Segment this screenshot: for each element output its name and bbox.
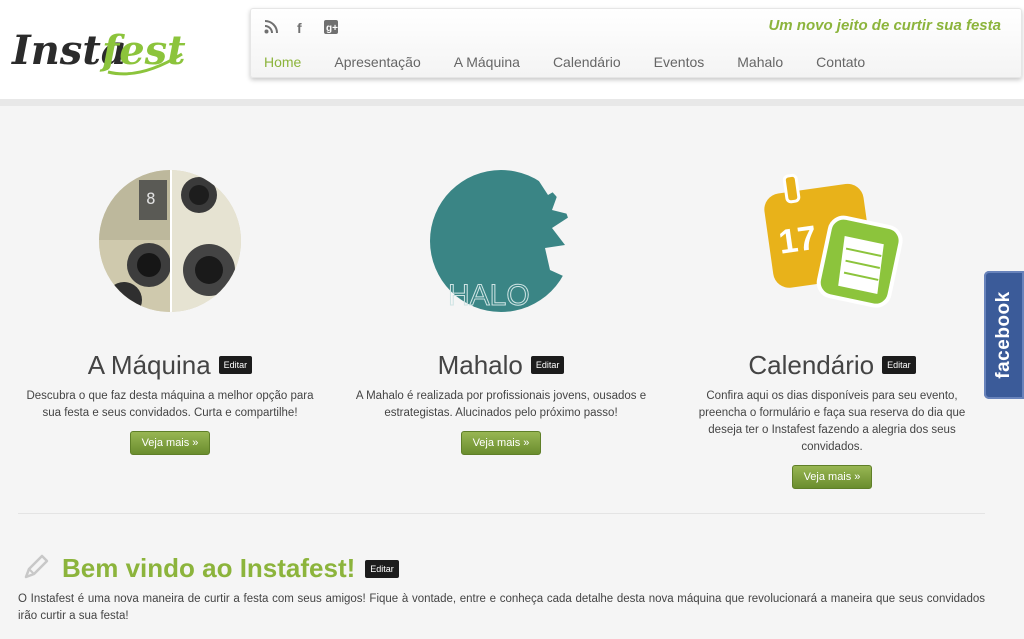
header-divider bbox=[0, 99, 1024, 106]
nav-mahalo[interactable]: Mahalo bbox=[737, 54, 783, 70]
social-links: f g+ bbox=[263, 19, 339, 35]
nav-a-maquina[interactable]: A Máquina bbox=[454, 54, 520, 70]
svg-text:g+: g+ bbox=[326, 23, 338, 34]
nav-eventos[interactable]: Eventos bbox=[654, 54, 705, 70]
calendar-day-number: 17 bbox=[776, 219, 819, 262]
section-divider bbox=[18, 513, 985, 514]
edit-button[interactable]: Editar bbox=[365, 559, 399, 578]
facebook-side-tab[interactable]: facebook bbox=[984, 271, 1024, 399]
pencil-icon bbox=[22, 551, 52, 586]
facebook-icon[interactable]: f bbox=[293, 19, 309, 35]
veja-mais-button[interactable]: Veja mais » bbox=[460, 431, 542, 455]
nav-apresentacao[interactable]: Apresentação bbox=[334, 54, 420, 70]
feature-calendario: 17 Calendário Editar Confira aqui os dias… bbox=[672, 170, 992, 489]
feature-title: A Máquina bbox=[87, 350, 211, 380]
veja-mais-button[interactable]: Veja mais » bbox=[129, 431, 211, 455]
facebook-tab-label: facebook bbox=[993, 291, 1014, 379]
site-tagline: Um novo jeito de curtir sua festa bbox=[768, 17, 1001, 34]
site-header: Insta fest f g+ Um novo jeito de curtir … bbox=[0, 0, 1024, 100]
calendar-icon[interactable]: 17 bbox=[761, 170, 903, 312]
veja-mais-button[interactable]: Veja mais » bbox=[791, 465, 873, 489]
mahalo-logo-icon[interactable]: HALO bbox=[430, 170, 572, 313]
google-plus-icon[interactable]: g+ bbox=[323, 19, 339, 35]
camera-collage-icon[interactable]: 8 bbox=[99, 170, 241, 312]
feature-description: Descubra o que faz desta máquina a melho… bbox=[26, 390, 314, 419]
navigation-bar: f g+ Um novo jeito de curtir sua festa H… bbox=[250, 8, 1022, 78]
svg-text:f: f bbox=[297, 20, 302, 34]
feature-title: Calendário bbox=[748, 350, 875, 380]
feature-a-maquina: 8 A Máquina Editar Descubra o que faz des… bbox=[10, 170, 330, 455]
rss-icon[interactable] bbox=[263, 19, 279, 35]
nav-home[interactable]: Home bbox=[264, 54, 301, 70]
nav-contato[interactable]: Contato bbox=[816, 54, 865, 70]
welcome-title: Bem vindo ao Instafest! bbox=[62, 553, 356, 583]
edit-button[interactable]: Editar bbox=[882, 356, 916, 374]
edit-button[interactable]: Editar bbox=[530, 356, 565, 374]
nav-calendario[interactable]: Calendário bbox=[553, 54, 621, 70]
feature-description: Confira aqui os dias disponíveis para se… bbox=[698, 390, 966, 453]
main-menu: Home Apresentação A Máquina Calendário E… bbox=[264, 54, 898, 70]
feature-description: A Mahalo é realizada por profissionais j… bbox=[355, 390, 647, 419]
feature-mahalo: HALO Mahalo Editar A Mahalo é realizada p… bbox=[341, 170, 661, 455]
welcome-heading: Bem vindo ao Instafest! Editar bbox=[22, 551, 399, 586]
feature-title: Mahalo bbox=[437, 350, 523, 380]
instafest-logo[interactable]: Insta fest bbox=[10, 14, 190, 84]
edit-button[interactable]: Editar bbox=[218, 356, 253, 374]
welcome-text: O Instafest é uma nova maneira de curtir… bbox=[18, 593, 985, 622]
mahalo-logo-text: HALO bbox=[448, 279, 530, 312]
svg-text:8: 8 bbox=[146, 189, 156, 208]
svg-text:fest: fest bbox=[99, 27, 186, 74]
